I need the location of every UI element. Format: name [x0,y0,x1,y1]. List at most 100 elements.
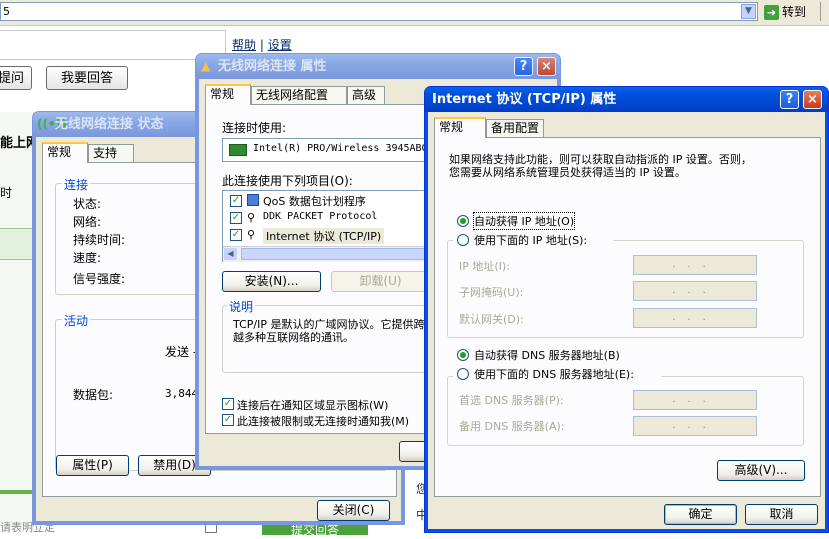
uninstall-button: 卸载(U) [331,271,430,292]
tcpip-help-button[interactable]: ? [780,90,799,109]
help-links: 帮助 | 设置 [232,36,292,53]
show-icon-label: 连接后在通知区域显示图标(W) [237,399,389,412]
packets-label: 数据包: [73,388,114,402]
network-card-icon [229,144,247,156]
address-dropdown-button[interactable]: ▼ [741,4,756,19]
status-window-title: 无线网络连接 状态 [55,117,164,132]
intro-text: 如果网络支持此功能，则可以获取自动指派的 IP 设置。否则， 您需要从网络系统管… [449,153,752,179]
default-gateway-label: 默认网关(D): [459,313,524,326]
auto-dns-radio[interactable] [457,349,469,361]
help-icon: ? [785,92,794,107]
items-label: 此连接使用下列项目(O): [222,174,353,188]
intro-line-2: 您需要从网络系统管理员处获得适当的 IP 设置。 [449,166,686,179]
properties-help-button[interactable]: ? [514,57,533,76]
settings-link[interactable]: 设置 [268,38,292,52]
manual-dns-option[interactable]: 使用下面的 DNS 服务器地址(E): [453,366,661,382]
address-input[interactable]: 5 [0,2,758,21]
tcpip-panel: 如果网络支持此功能，则可以获取自动指派的 IP 设置。否则， 您需要从网络系统管… [434,137,821,497]
tab-general[interactable]: 常规 [205,84,251,105]
ip-address-label: IP 地址(I): [459,260,510,273]
signal-strength-label: 信号强度: [73,272,126,286]
adapter-name: Intel(R) PRO/Wireless 3945ABG [253,143,428,154]
protocol-icon: ⚲ [247,211,256,224]
tcpip-window: Internet 协议 (TCP/IP) 属性 ? × 常规 备用配置 如果网络… [424,86,829,533]
auto-ip-radio[interactable] [457,215,469,227]
protocol-icon: ⚲ [247,228,256,241]
description-group-label: 说明 [227,298,256,315]
go-button-label: 转到 [782,5,807,19]
ip-address-input: ... [633,255,757,275]
properties-close-button[interactable]: × [537,57,556,76]
status-label: 状态: [73,197,102,211]
notify-label: 此连接被限制或无连接时通知我(M) [237,415,410,428]
web-search-box[interactable] [0,30,226,60]
tcpip-checkbox[interactable]: ✓ [230,229,242,241]
qos-item[interactable]: QoS 数据包计划程序 [263,193,366,209]
show-icon-checkbox[interactable]: ✓ [222,398,234,410]
tab-general[interactable]: 常规 [42,142,88,163]
network-connection-icon: ▲ [201,59,211,73]
web-left-column [0,112,34,527]
toolbar-edge [820,2,829,21]
description-text: TCP/IP 是默认的广域网协议。它提供跨越多种互联网络的通讯。 [233,318,425,344]
subnet-mask-input: ... [633,281,757,301]
tcpip-window-title: Internet 协议 (TCP/IP) 属性 [432,92,617,107]
auto-dns-label: 自动获得 DNS 服务器地址(B) [474,349,620,362]
network-label: 网络: [73,215,102,229]
manual-ip-option[interactable]: 使用下面的 IP 地址(S): [453,232,613,248]
scroll-left-icon[interactable]: ◀ [224,248,237,260]
manual-dns-radio[interactable] [457,368,469,380]
connect-using-label: 连接时使用: [222,121,287,135]
web-green-band [0,228,33,260]
tcpip-item[interactable]: Internet 协议 (TCP/IP) [263,228,385,244]
notify-checkbox[interactable]: ✓ [222,414,234,426]
tab-alternate-config[interactable]: 备用配置 [486,119,544,137]
close-icon: × [541,59,552,74]
default-gateway-input: ... [633,308,757,328]
help-link[interactable]: 帮助 [232,38,256,52]
properties-button[interactable]: 属性(P) [56,455,129,476]
activity-group-label: 活动 [62,312,91,329]
chevron-down-icon: ▼ [745,6,752,16]
tcpip-titlebar[interactable]: Internet 协议 (TCP/IP) 属性 ? × [425,87,828,112]
tab-support[interactable]: 支持 [88,144,134,162]
install-button[interactable]: 安装(N)... [222,271,321,292]
properties-titlebar[interactable]: ▲ 无线网络连接 属性 ? × [196,54,560,79]
cancel-button[interactable]: 取消 [745,504,818,525]
ddk-item[interactable]: DDK PACKET Protocol [263,211,377,222]
web-time-text: 时 [0,186,13,200]
alternate-dns-input: ... [633,416,757,436]
auto-ip-label[interactable]: 自动获得 IP 地址(O) [472,212,576,230]
go-arrow-icon: ➜ [764,5,779,20]
tcpip-window-body: 常规 备用配置 如果网络支持此功能，则可以获取自动指派的 IP 设置。否则， 您… [428,112,825,529]
preferred-dns-input: ... [633,390,757,410]
ok-button[interactable]: 确定 [664,504,737,525]
help-icon: ? [519,59,528,74]
answer-button[interactable]: 我要回答 [46,66,128,90]
tab-general[interactable]: 常规 [434,117,486,138]
status-close-button[interactable]: 关闭(C) [317,500,390,521]
close-icon: × [807,92,818,107]
connection-group-label: 连接 [62,176,91,193]
ask-question-button[interactable]: 提问 [0,66,32,90]
tab-wireless-config[interactable]: 无线网络配置 [251,86,347,104]
tab-advanced[interactable]: 高级 [347,86,385,104]
properties-window-title: 无线网络连接 属性 [218,59,327,74]
qos-icon [247,194,259,206]
qos-checkbox[interactable]: ✓ [230,195,242,207]
manual-ip-label: 使用下面的 IP 地址(S): [474,234,588,247]
duration-label: 持续时间: [73,233,126,247]
web-green-line [0,490,33,494]
subnet-mask-label: 子网掩码(U): [459,286,524,299]
speed-label: 速度: [73,251,102,265]
link-separator: | [259,38,264,52]
address-bar: 5 ▼ ➜ 转到 [0,0,829,26]
preferred-dns-label: 首选 DNS 服务器(P): [459,394,564,407]
go-button[interactable]: ➜ 转到 [764,3,817,22]
intro-line-1: 如果网络支持此功能，则可以获取自动指派的 IP 设置。否则， [449,153,752,166]
manual-ip-radio[interactable] [457,234,469,246]
ddk-checkbox[interactable]: ✓ [230,212,242,224]
manual-dns-label: 使用下面的 DNS 服务器地址(E): [474,368,634,381]
advanced-button[interactable]: 高级(V)... [717,460,805,481]
tcpip-close-button[interactable]: × [803,90,822,109]
